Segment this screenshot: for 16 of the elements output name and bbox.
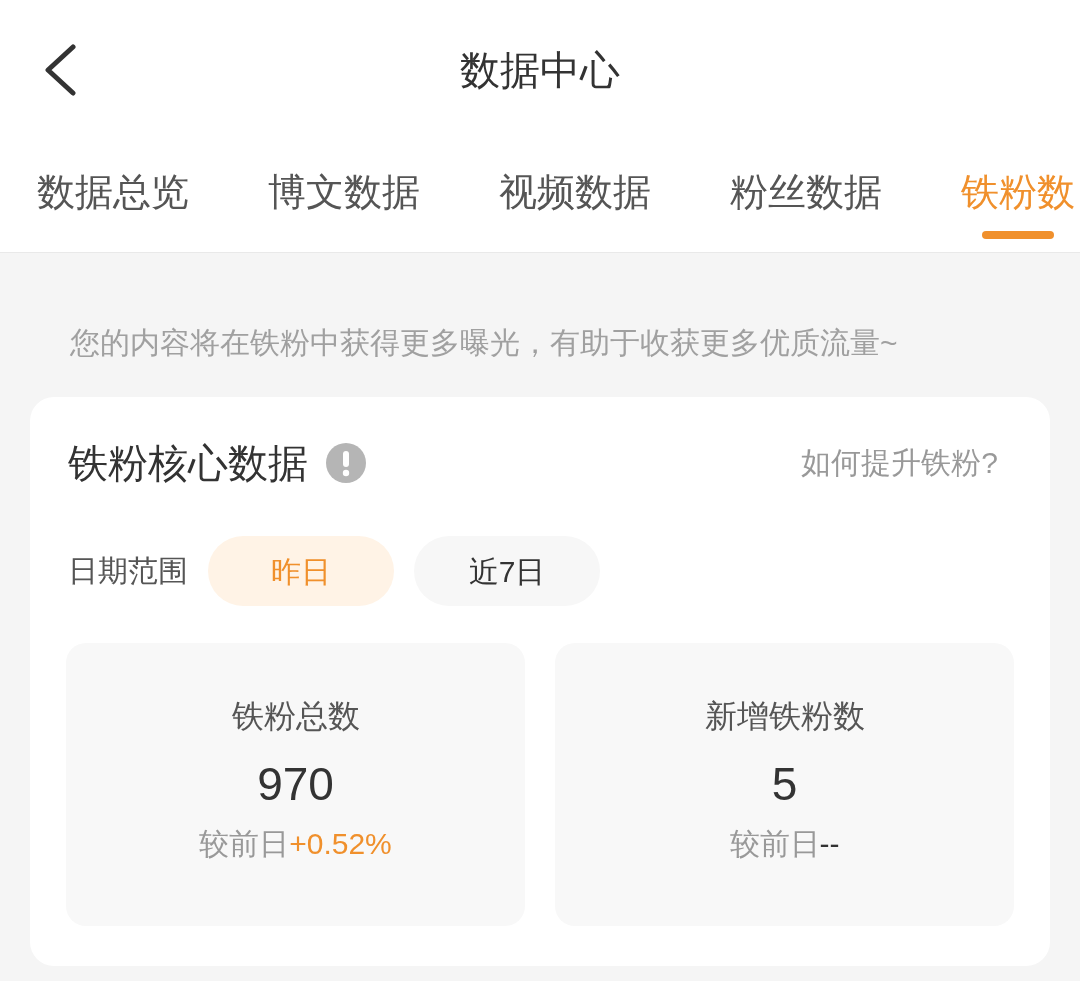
stat-label: 铁粉总数 — [231, 697, 360, 736]
card-title: 铁粉核心数据 — [68, 440, 308, 487]
comparison-text: 较前日-- — [729, 826, 840, 862]
tab[interactable]: 粉丝数据 — [730, 140, 882, 252]
date-range-option[interactable]: 近7日 — [414, 536, 600, 606]
stat-label: 新增铁粉数 — [704, 697, 865, 736]
back-chevron-icon — [43, 44, 77, 96]
stat-value: 970 — [257, 757, 334, 812]
tab[interactable]: 数据总览 — [37, 140, 189, 252]
tab[interactable]: 视频数据 — [499, 140, 651, 252]
tab[interactable]: 博文数据 — [268, 140, 420, 252]
comparison-text: 较前日+0.52% — [199, 826, 392, 862]
page-title: 数据中心 — [460, 47, 620, 94]
notice-text: 您的内容将在铁粉中获得更多曝光，有助于收获更多优质流量~ — [70, 325, 898, 361]
stat-value: 5 — [771, 757, 798, 812]
date-range-label: 日期范围 — [68, 553, 188, 589]
